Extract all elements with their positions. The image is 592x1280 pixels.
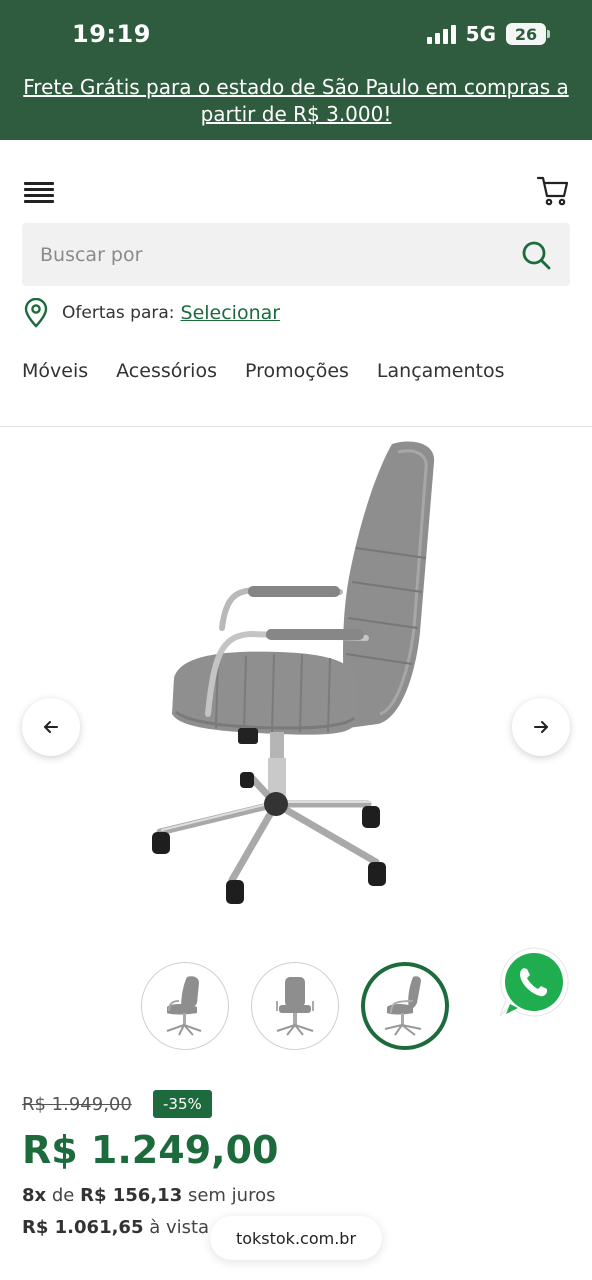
category-nav: Móveis Acessórios Promoções Lançamentos [22, 360, 505, 382]
battery-icon: 26 [506, 23, 550, 45]
installments-de: de [51, 1185, 75, 1206]
search-bar [22, 223, 570, 286]
location-pin-icon [24, 298, 48, 328]
battery-level: 26 [514, 24, 538, 44]
cash-price-suffix: à vista [149, 1217, 210, 1238]
cash-price-info: R$ 1.061,65 à vista [22, 1217, 209, 1238]
nav-item-moveis[interactable]: Móveis [22, 360, 88, 382]
chair-thumbnail-icon [166, 976, 202, 1036]
current-price: R$ 1.249,00 [22, 1128, 279, 1172]
cash-price-value: R$ 1.061,65 [22, 1217, 144, 1238]
network-label: 5G [465, 22, 496, 46]
signal-icon [426, 24, 456, 44]
installments-value: R$ 156,13 [80, 1185, 183, 1206]
browser-url: tokstok.com.br [235, 1228, 357, 1248]
nav-item-promocoes[interactable]: Promoções [245, 360, 349, 382]
nav-item-acessorios[interactable]: Acessórios [116, 360, 217, 382]
search-input[interactable] [40, 243, 520, 266]
browser-url-bar[interactable]: tokstok.com.br [210, 1216, 382, 1260]
hamburger-menu-icon[interactable] [24, 182, 54, 204]
previous-image-button[interactable] [22, 698, 80, 756]
status-time: 19:19 [72, 20, 151, 48]
search-icon[interactable] [520, 239, 552, 271]
nav-item-lancamentos[interactable]: Lançamentos [377, 360, 505, 382]
status-indicators: 5G 26 [426, 22, 550, 46]
discount-badge: -35% [153, 1090, 212, 1118]
chair-thumbnail-icon [276, 977, 314, 1036]
installments-suffix: sem juros [187, 1185, 276, 1206]
installments-info: 8x de R$ 156,13 sem juros [22, 1185, 275, 1206]
free-shipping-banner[interactable]: Frete Grátis para o estado de São Paulo … [16, 74, 576, 128]
old-price: R$ 1.949,00 [22, 1094, 132, 1115]
next-image-button[interactable] [512, 698, 570, 756]
cart-icon[interactable] [536, 174, 570, 208]
header-divider [0, 426, 592, 427]
image-thumbnails [141, 962, 449, 1050]
top-banner: 19:19 5G 26 Frete Grátis para o estado d… [0, 0, 592, 140]
select-location-link[interactable]: Selecionar [181, 302, 281, 324]
thumbnail-3[interactable] [361, 962, 449, 1050]
arrow-left-icon [44, 721, 58, 733]
arrow-right-icon [534, 721, 548, 733]
whatsapp-icon[interactable] [496, 944, 572, 1020]
thumbnail-2[interactable] [251, 962, 339, 1050]
installments-count: 8x [22, 1185, 47, 1206]
offers-location: Ofertas para: Selecionar [22, 298, 280, 328]
product-image[interactable] [130, 432, 470, 912]
offers-label: Ofertas para: [62, 303, 175, 323]
thumbnail-1[interactable] [141, 962, 229, 1050]
chair-thumbnail-icon [384, 976, 422, 1036]
